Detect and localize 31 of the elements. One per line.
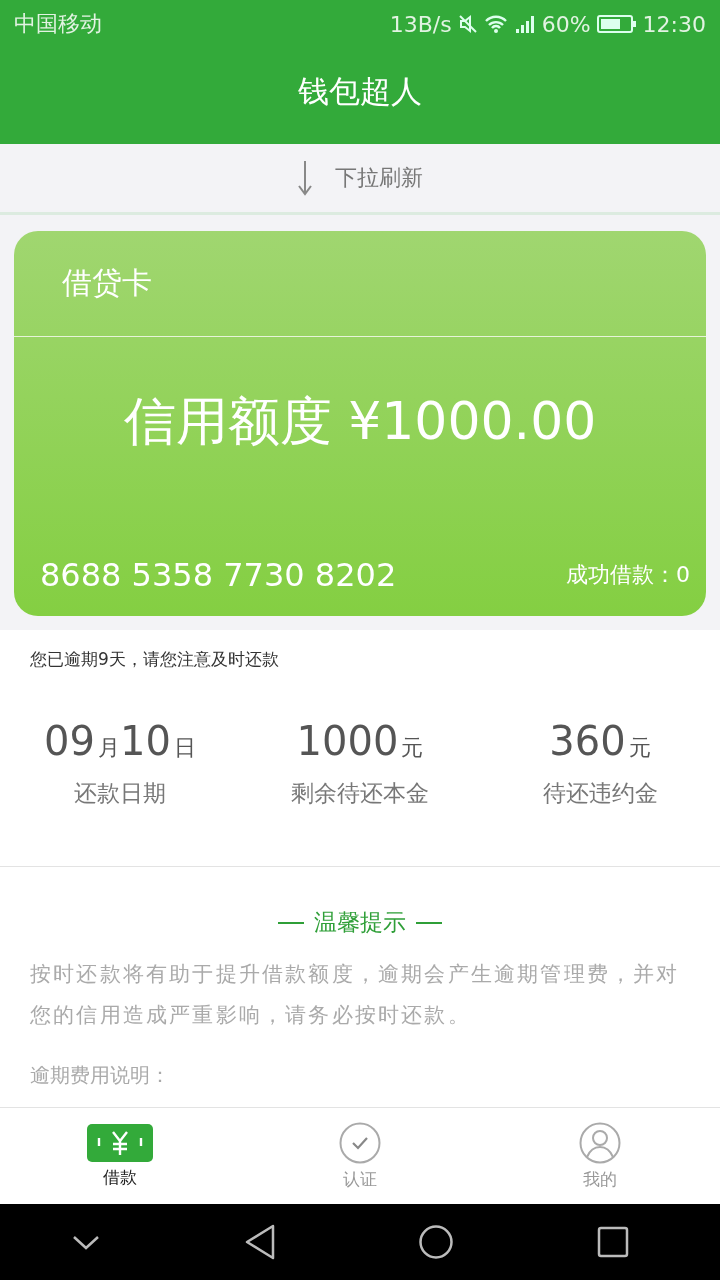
stat-value: 360 元 <box>549 718 651 764</box>
tips-title: 温馨提示 <box>314 908 406 937</box>
card-type: 借贷卡 <box>62 264 152 302</box>
card-number: 8688 5358 7730 8202 <box>40 556 397 594</box>
loan-count: 成功借款：0 <box>566 561 690 589</box>
app-title: 钱包超人 <box>298 72 422 111</box>
wifi-icon <box>483 14 508 34</box>
stat-label: 剩余待还本金 <box>291 779 429 808</box>
overdue-notice: 您已逾期9天，请您注意及时还款 <box>30 648 280 671</box>
user-icon <box>579 1121 621 1164</box>
back-icon[interactable] <box>243 1224 276 1260</box>
signal-icon <box>513 14 536 34</box>
stat-value: 1000 元 <box>296 718 424 764</box>
stat-value: 09 月 10 日 <box>44 718 196 764</box>
tips-text: 按时还款将有助于提升借款额度，逾期会产生逾期管理费，并对您的信用造成严重影响，请务必按时还款。 <box>30 961 681 1029</box>
recents-icon[interactable] <box>596 1226 629 1258</box>
credit-limit: 信用额度 ¥1000.00 <box>123 389 597 453</box>
check-circle-icon <box>339 1121 381 1164</box>
money-icon <box>87 1123 153 1162</box>
stat-label: 待还违约金 <box>542 779 658 808</box>
network-speed: 13B/s <box>389 11 452 37</box>
fee-heading: 逾期费用说明： <box>30 1062 171 1089</box>
carrier-name: 中国移动 <box>14 10 102 38</box>
battery-icon <box>596 14 637 34</box>
pull-refresh-label: 下拉刷新 <box>335 164 423 192</box>
clock-time: 12:30 <box>642 11 706 37</box>
down-arrow-icon <box>297 160 313 196</box>
battery-level: 60% <box>541 11 591 37</box>
mute-icon <box>457 14 478 34</box>
stat-label: 还款日期 <box>74 779 166 808</box>
home-icon[interactable] <box>418 1224 455 1260</box>
